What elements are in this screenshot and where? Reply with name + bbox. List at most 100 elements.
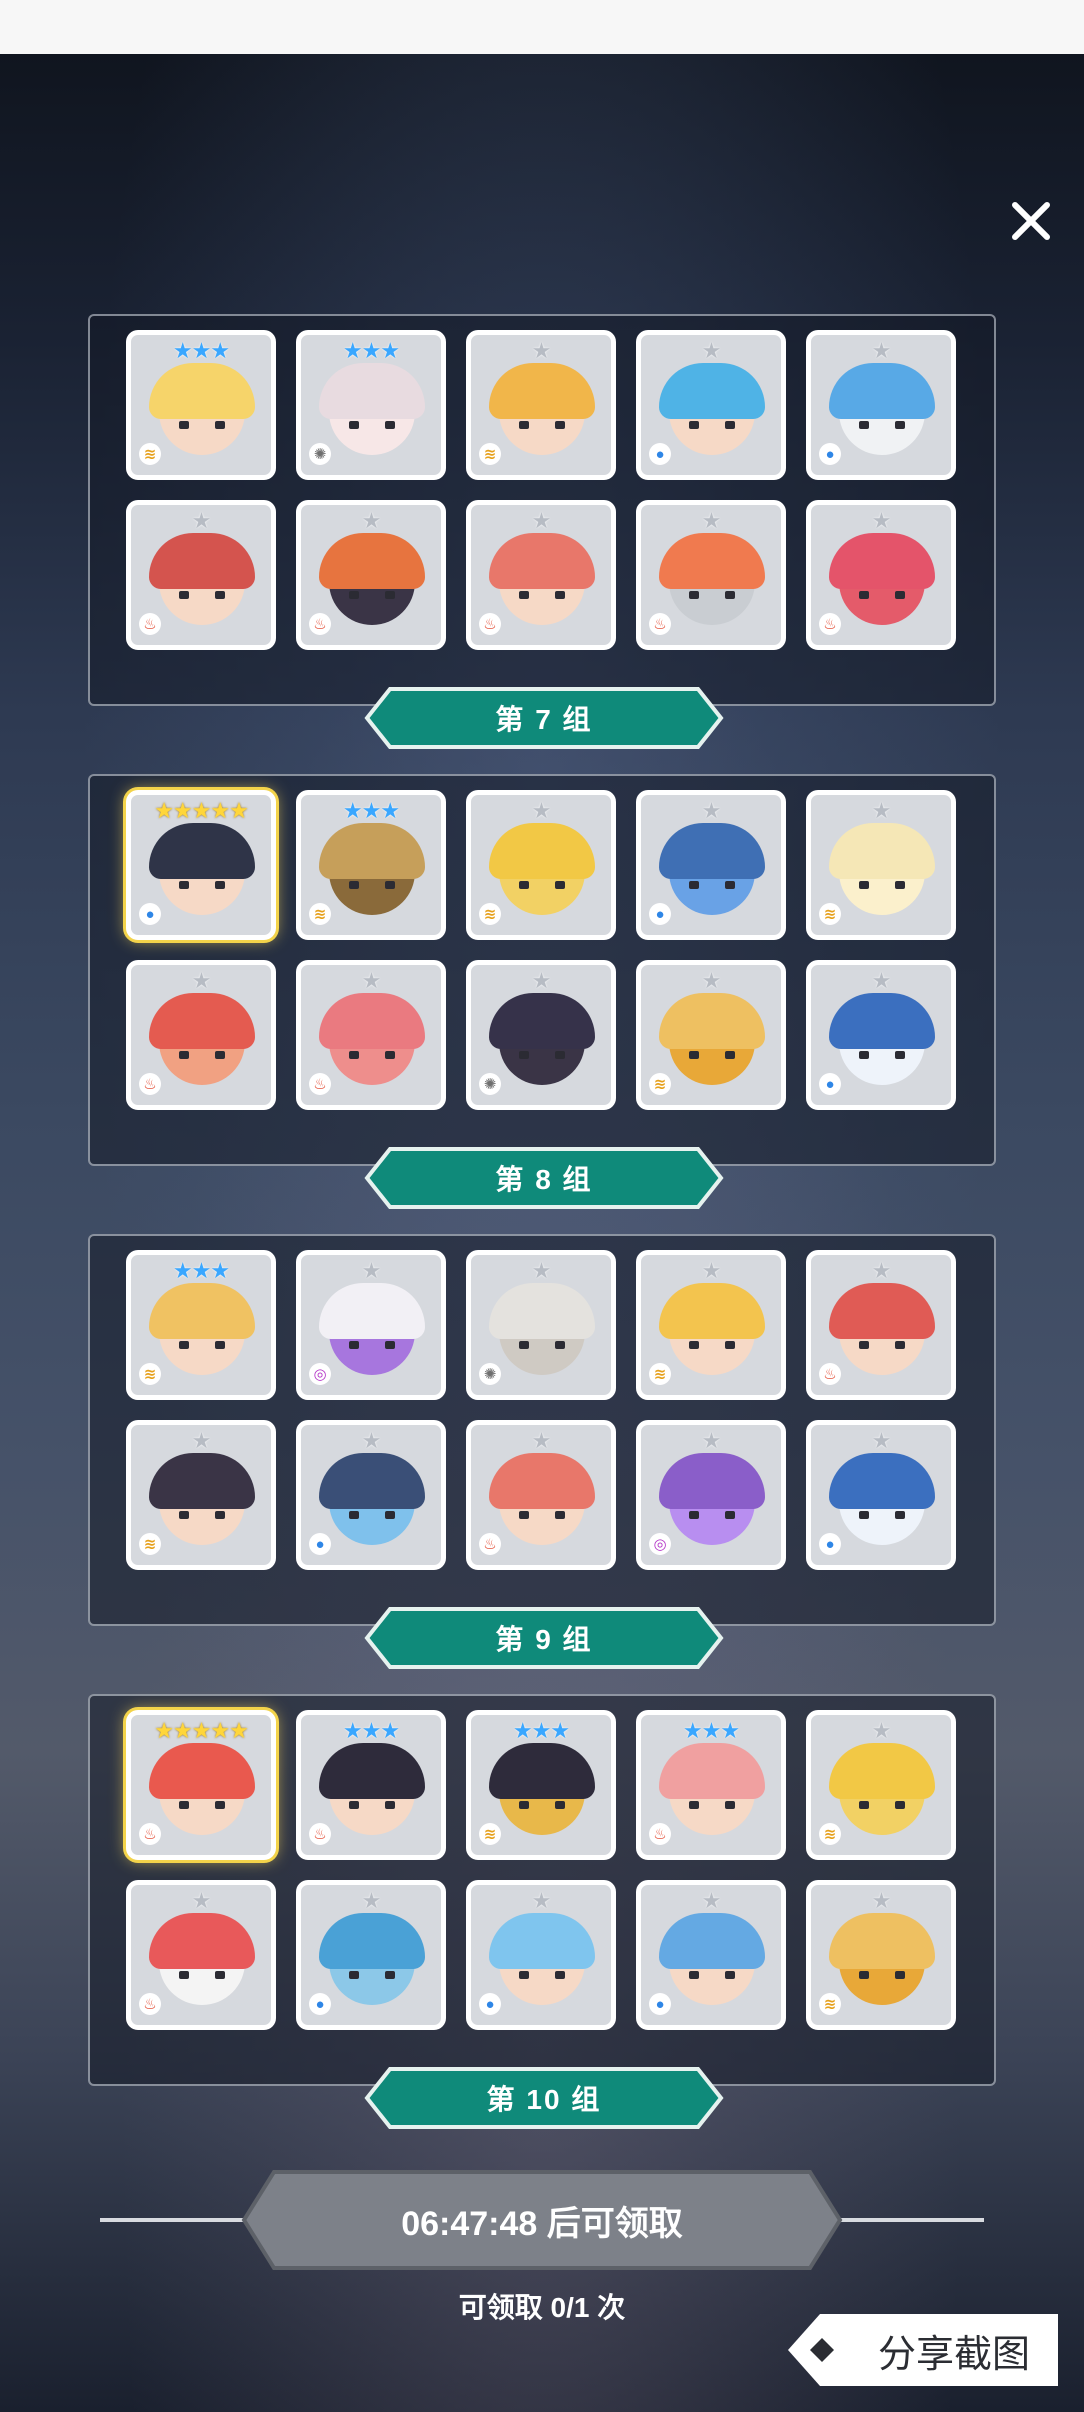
- hero-card[interactable]: ★ ≋: [806, 790, 956, 940]
- star-rating: ★: [531, 968, 552, 993]
- wind-element-icon: ≋: [479, 1823, 501, 1845]
- hero-card[interactable]: ★ ♨: [466, 1420, 616, 1570]
- hero-eyes: [689, 421, 735, 429]
- hero-card[interactable]: ★ ✺: [466, 960, 616, 1110]
- hero-card[interactable]: ★★★ ♨: [296, 1710, 446, 1860]
- star-rating: ★: [871, 1888, 892, 1913]
- star-rating: ★: [701, 798, 722, 823]
- hero-card[interactable]: ★ ●: [296, 1420, 446, 1570]
- hero-eyes: [689, 1341, 735, 1349]
- hero-card[interactable]: ★ ♨: [126, 1880, 276, 2030]
- hero-group-9: ★★★ ≋ ★ ◎ ★ ✺ ★ ≋ ★ ♨ ★ ≋ ★ ● ★ ♨ ★ ◎ ★ ● 第 9 组: [88, 1234, 996, 1669]
- divider-left: [100, 2218, 248, 2222]
- fire-element-icon: ♨: [139, 1073, 161, 1095]
- hero-card[interactable]: ★ ◎: [296, 1250, 446, 1400]
- group-label-text: 第 9 组: [495, 1624, 593, 1655]
- hero-portrait-hair: [319, 1743, 425, 1799]
- hero-portrait-hair: [659, 993, 765, 1049]
- water-element-icon: ●: [309, 1533, 331, 1555]
- hero-card[interactable]: ★ ●: [636, 790, 786, 940]
- hero-card[interactable]: ★ ●: [466, 1880, 616, 2030]
- hero-card[interactable]: ★ ♨: [296, 960, 446, 1110]
- hero-card[interactable]: ★ ●: [636, 330, 786, 480]
- star-rating: ★: [871, 1258, 892, 1283]
- star-rating: ★: [531, 798, 552, 823]
- hero-card[interactable]: ★ ≋: [466, 330, 616, 480]
- hero-card[interactable]: ★ ≋: [636, 960, 786, 1110]
- hero-eyes: [859, 1051, 905, 1059]
- share-screenshot-button[interactable]: 分享截图: [784, 2310, 1060, 2390]
- hero-card[interactable]: ★ ◎: [636, 1420, 786, 1570]
- hero-portrait-hair: [149, 1453, 255, 1509]
- star-rating: ★: [871, 798, 892, 823]
- group-label-banner: 第 7 组: [364, 686, 724, 750]
- hero-card[interactable]: ★★★ ≋: [126, 1250, 276, 1400]
- fire-element-icon: ♨: [309, 613, 331, 635]
- star-rating: ★★★: [342, 338, 400, 363]
- hero-card[interactable]: ★ ♨: [466, 500, 616, 650]
- hero-card[interactable]: ★ ●: [636, 1880, 786, 2030]
- hero-portrait-hair: [659, 823, 765, 879]
- hero-card[interactable]: ★ ≋: [126, 1420, 276, 1570]
- star-rating: ★★★: [682, 1718, 740, 1743]
- hero-grid: ★★★★★ ♨ ★★★ ♨ ★★★ ≋ ★★★ ♨ ★ ≋ ★ ♨ ★ ● ★ ● ★ ● ★ ≋: [126, 1710, 956, 2030]
- hero-portrait-hair: [149, 823, 255, 879]
- star-rating: ★: [361, 1888, 382, 1913]
- hero-portrait-hair: [489, 1913, 595, 1969]
- hero-eyes: [519, 881, 565, 889]
- hero-card[interactable]: ★ ♨: [636, 500, 786, 650]
- hero-eyes: [179, 591, 225, 599]
- star-rating: ★: [871, 508, 892, 533]
- star-rating: ★: [701, 1888, 722, 1913]
- hero-portrait-hair: [489, 823, 595, 879]
- hero-card[interactable]: ★ ≋: [806, 1880, 956, 2030]
- hero-portrait-hair: [829, 363, 935, 419]
- hero-eyes: [859, 1801, 905, 1809]
- hero-portrait-hair: [659, 1743, 765, 1799]
- star-rating: ★: [701, 508, 722, 533]
- hero-card[interactable]: ★ ♨: [126, 500, 276, 650]
- fire-element-icon: ♨: [309, 1823, 331, 1845]
- hero-group-8: ★★★★★ ● ★★★ ≋ ★ ≋ ★ ● ★ ≋ ★ ♨ ★ ♨ ★ ✺ ★ ≋ ★ ● 第 8 组: [88, 774, 996, 1209]
- close-icon: [1012, 202, 1050, 240]
- hero-card[interactable]: ★★★ ♨: [636, 1710, 786, 1860]
- wind-element-icon: ≋: [819, 1993, 841, 2015]
- hero-card[interactable]: ★★★ ≋: [296, 790, 446, 940]
- hero-grid: ★★★★★ ● ★★★ ≋ ★ ≋ ★ ● ★ ≋ ★ ♨ ★ ♨ ★ ✺ ★ ≋ ★ ●: [126, 790, 956, 1110]
- group-label-text: 第 10 组: [486, 2084, 602, 2115]
- hero-card[interactable]: ★ ●: [806, 1420, 956, 1570]
- hero-card[interactable]: ★ ●: [806, 960, 956, 1110]
- hero-card[interactable]: ★ ●: [296, 1880, 446, 2030]
- hero-card[interactable]: ★ ≋: [806, 1710, 956, 1860]
- hero-card[interactable]: ★ ≋: [466, 790, 616, 940]
- claim-button[interactable]: 06:47:48 后可领取: [240, 2168, 844, 2272]
- close-button[interactable]: [1006, 196, 1056, 246]
- hero-eyes: [519, 421, 565, 429]
- hero-card[interactable]: ★★★★★ ♨: [126, 1710, 276, 1860]
- fire-element-icon: ♨: [479, 1533, 501, 1555]
- hero-card[interactable]: ★★★ ≋: [466, 1710, 616, 1860]
- group-label-banner: 第 8 组: [364, 1146, 724, 1210]
- hero-portrait-hair: [319, 1913, 425, 1969]
- hero-card[interactable]: ★ ≋: [636, 1250, 786, 1400]
- water-element-icon: ●: [649, 1993, 671, 2015]
- hero-portrait-hair: [149, 1913, 255, 1969]
- hero-card[interactable]: ★★★ ≋: [126, 330, 276, 480]
- hero-card[interactable]: ★ ♨: [126, 960, 276, 1110]
- group-label-banner: 第 9 组: [364, 1606, 724, 1670]
- star-rating: ★: [871, 338, 892, 363]
- hero-eyes: [859, 881, 905, 889]
- fire-element-icon: ♨: [479, 613, 501, 635]
- star-rating: ★: [361, 1428, 382, 1453]
- hero-card[interactable]: ★ ●: [806, 330, 956, 480]
- hero-portrait-hair: [489, 1283, 595, 1339]
- hero-card[interactable]: ★★★ ✺: [296, 330, 446, 480]
- hero-card[interactable]: ★ ♨: [296, 500, 446, 650]
- hero-card[interactable]: ★ ✺: [466, 1250, 616, 1400]
- hero-card[interactable]: ★★★★★ ●: [126, 790, 276, 940]
- hero-card[interactable]: ★ ♨: [806, 1250, 956, 1400]
- hero-eyes: [349, 591, 395, 599]
- light-element-icon: ✺: [309, 443, 331, 465]
- hero-card[interactable]: ★ ♨: [806, 500, 956, 650]
- wind-element-icon: ≋: [819, 1823, 841, 1845]
